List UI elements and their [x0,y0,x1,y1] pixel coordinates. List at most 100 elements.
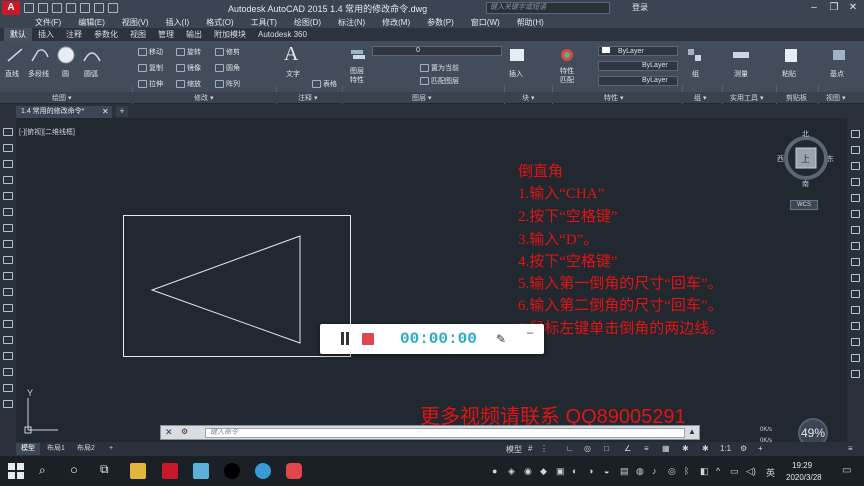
menu-help[interactable]: 帮助(H) [517,17,544,28]
stop-icon[interactable] [362,333,374,345]
task-view-icon[interactable]: ○ [70,462,78,477]
volume-icon[interactable]: ◁) [746,466,756,477]
tool-move-icon[interactable] [851,210,860,218]
arc-icon[interactable] [82,47,102,63]
insert-block-icon[interactable] [508,47,526,63]
screen-recorder-taskbar-icon[interactable] [286,463,302,479]
line-icon[interactable] [6,47,24,63]
menu-file[interactable]: 文件(F) [35,17,61,28]
scale-button[interactable]: 缩放 [176,79,201,89]
osnap-icon[interactable]: □ [604,444,609,453]
tool-scale-icon[interactable] [851,242,860,250]
close-icon[interactable]: ✕ [845,1,861,14]
viewcube[interactable]: 北 南 东 西 上 [777,129,834,192]
table-button[interactable]: 表格 [312,79,337,89]
tool-stretch-icon[interactable] [851,258,860,266]
notification-icon[interactable]: ▭ [842,465,851,476]
annotation-scale-value[interactable]: 1:1 [720,444,731,453]
tab-view[interactable]: 视图 [124,28,152,41]
tray-app-icon[interactable]: ◧ [700,466,709,477]
close-tab-icon[interactable]: ✕ [102,106,109,118]
redo-icon[interactable] [108,3,118,13]
panel-label-modify[interactable]: 修改 ▾ [194,93,213,103]
menu-window[interactable]: 窗口(W) [471,17,500,28]
menu-insert[interactable]: 插入(I) [166,17,190,28]
print-icon[interactable] [80,3,90,13]
wechat-icon[interactable]: ● [492,466,497,476]
tray-app-icon[interactable]: ▤ [620,466,629,477]
panel-label-draw[interactable]: 绘图 ▾ [52,93,71,103]
menu-parametric[interactable]: 参数(P) [427,17,454,28]
menu-format[interactable]: 格式(O) [206,17,234,28]
match-layer-button[interactable]: 匹配图层 [420,76,459,86]
tab-annotate[interactable]: 注释 [60,28,88,41]
tray-app-icon[interactable]: ▣ [556,466,565,477]
tool-copy-icon[interactable] [851,146,860,154]
layout-tab-model[interactable]: 模型 [16,443,40,455]
viewcube-north[interactable]: 北 [802,129,809,139]
linetype-dropdown[interactable]: ByLayer [598,61,678,71]
menu-modify[interactable]: 修改(M) [382,17,410,28]
pause-icon[interactable] [340,332,350,346]
ortho-icon[interactable]: ∟ [566,444,574,453]
tool-ellipse-icon[interactable] [3,272,13,280]
windows-start-icon[interactable] [8,463,24,479]
layout-tab-layout1[interactable]: 布局1 [42,443,70,455]
tool-mirror-icon[interactable] [851,162,860,170]
panel-label-layers[interactable]: 图层 ▾ [412,93,431,103]
close-icon[interactable]: ✕ [165,427,173,438]
undo-icon[interactable] [94,3,104,13]
minimize-recorder-icon[interactable]: – [527,327,533,339]
layer-dropdown[interactable]: 0 [372,46,502,56]
show-hidden-icons-chevron-icon[interactable]: ^ [716,466,720,476]
base-point-icon[interactable] [830,47,848,63]
wrench-icon[interactable]: ⚙ [181,427,188,436]
network-icon[interactable]: ▭ [730,466,739,477]
arc-button-label[interactable]: 圆弧 [84,69,98,79]
tool-table-icon[interactable] [3,384,13,392]
layer-properties-label[interactable]: 图层 特性 [350,67,364,85]
open-file-icon[interactable] [38,3,48,13]
tray-app-icon[interactable]: ◑ [588,466,593,476]
tool-gradient-icon[interactable] [3,352,13,360]
clock-date[interactable]: 2020/3/28 [786,473,822,482]
model-space-toggle[interactable]: 模型 [506,444,522,455]
snap-icon[interactable]: ⋮ [540,444,548,453]
match-properties-label[interactable]: 特性 匹配 [560,67,574,85]
command-input[interactable]: 键入命令 [205,428,685,438]
tray-app-icon[interactable]: ◒ [604,466,609,476]
annotation-visibility-icon[interactable]: ✱ [682,444,689,453]
lineweight-dropdown[interactable]: ByLayer [598,76,678,86]
menu-view[interactable]: 视图(V) [122,17,149,28]
polar-icon[interactable]: ◎ [584,444,591,453]
chevron-up-icon[interactable]: ▲ [688,427,696,436]
app-taskbar-icon[interactable] [193,463,209,479]
menu-edit[interactable]: 编辑(E) [78,17,105,28]
copy-button[interactable]: 复制 [138,63,163,73]
group-icon[interactable] [686,47,704,63]
otrack-icon[interactable]: ∠ [624,444,631,453]
rotate-button[interactable]: 旋转 [176,47,201,57]
tool-erase-icon[interactable] [851,130,860,138]
grid-icon[interactable]: # [528,444,532,453]
fillet-button[interactable]: 圆角 [215,63,240,73]
panel-label-properties[interactable]: 特性 ▾ [604,93,623,103]
polyline-icon[interactable] [30,47,50,63]
paste-icon[interactable] [782,47,800,63]
isolate-objects-icon[interactable]: + [758,444,763,453]
text-button-label[interactable]: 文字 [286,69,300,79]
tool-mtext-icon[interactable] [3,400,13,408]
tool-point-icon[interactable] [3,320,13,328]
file-explorer-icon[interactable] [130,463,146,479]
wcs-menu[interactable]: WCS [790,200,818,210]
measure-icon[interactable] [732,47,750,63]
tool-hatch-icon[interactable] [3,336,13,344]
menu-tools[interactable]: 工具(T) [251,17,277,28]
viewcube-east[interactable]: 东 [827,154,834,164]
clock-time[interactable]: 19:29 [792,461,812,470]
bluetooth-icon[interactable]: ᛒ [684,466,689,476]
pen-icon[interactable]: ✎ [496,332,506,346]
login-link[interactable]: 登录 [632,2,648,13]
panel-label-annotation[interactable]: 注释 ▾ [298,93,317,103]
customize-menu-icon[interactable]: ≡ [848,444,853,453]
